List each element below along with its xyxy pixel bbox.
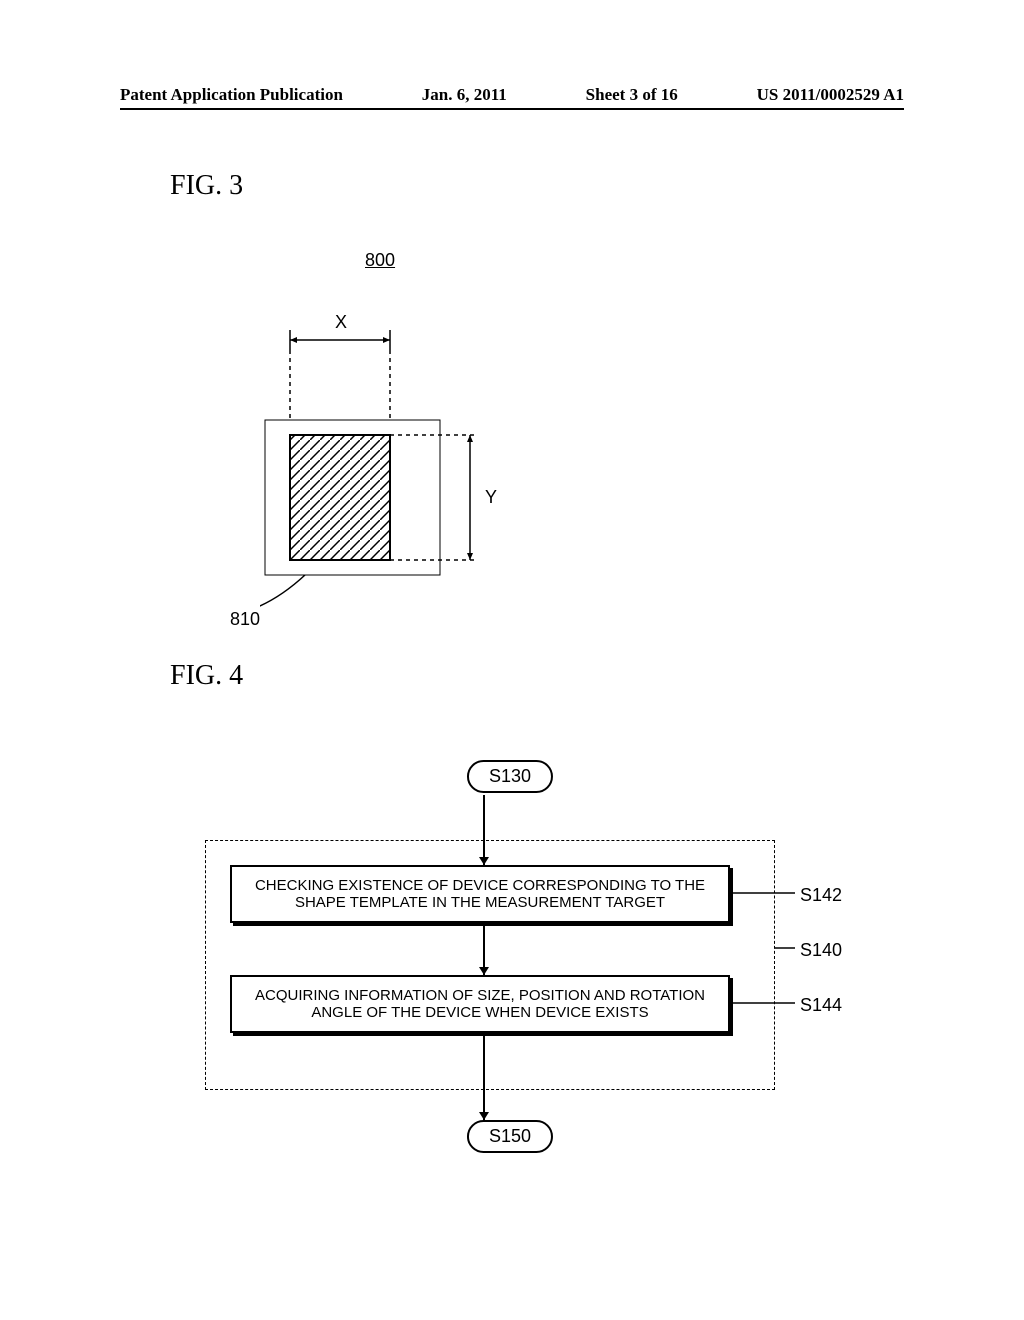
figure-3-label: FIG. 3: [170, 170, 243, 202]
page-header: Patent Application Publication Jan. 6, 2…: [120, 85, 904, 105]
step-s130: S130: [467, 760, 553, 793]
step-s144-box: ACQUIRING INFORMATION OF SIZE, POSITION …: [230, 975, 730, 1033]
header-right: US 2011/0002529 A1: [757, 85, 904, 105]
diagram-svg: X Y: [260, 300, 550, 610]
figure-4-flowchart: S130 S150 CHECKING EXISTENCE OF DEVICE C…: [200, 750, 820, 1170]
y-dimension-label: Y: [485, 487, 497, 507]
header-sheet: Sheet 3 of 16: [586, 85, 678, 105]
x-dimension-label: X: [335, 312, 347, 332]
label-s140: S140: [800, 940, 842, 961]
step-s150: S150: [467, 1120, 553, 1153]
step-s142-box: CHECKING EXISTENCE OF DEVICE CORRESPONDI…: [230, 865, 730, 923]
header-left: Patent Application Publication: [120, 85, 343, 105]
label-s144: S144: [800, 995, 842, 1016]
reference-800: 800: [365, 250, 395, 271]
figure-3-diagram: 800 X Y 810: [260, 250, 610, 630]
header-center: Jan. 6, 2011: [422, 85, 507, 105]
figure-4-label: FIG. 4: [170, 660, 243, 692]
reference-810: 810: [230, 609, 260, 630]
header-divider: [120, 108, 904, 110]
label-s142: S142: [800, 885, 842, 906]
